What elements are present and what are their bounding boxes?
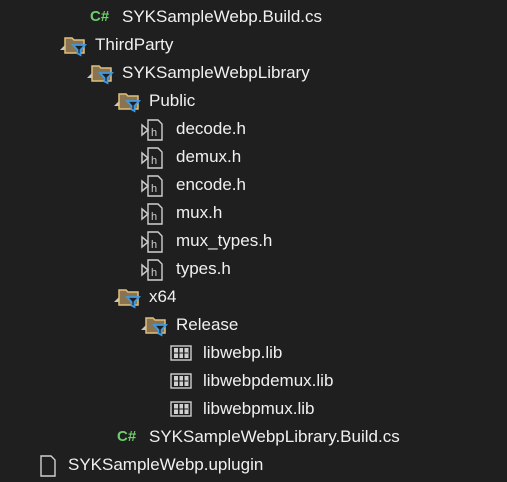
- tree-item-label: libwebpdemux.lib: [203, 371, 334, 390]
- filter-folder-icon: [91, 63, 115, 85]
- svg-text:h: h: [151, 239, 157, 251]
- svg-text:h: h: [151, 267, 157, 279]
- header-file-icon: h: [145, 119, 167, 141]
- tree-item-encode-h[interactable]: h encode.h: [0, 171, 507, 199]
- tree-item-public[interactable]: Public: [0, 87, 507, 115]
- tree-item-libwebpmux-lib[interactable]: libwebpmux.lib: [0, 395, 507, 423]
- tree-item-label: demux.h: [176, 147, 242, 166]
- svg-text:h: h: [151, 155, 157, 167]
- tree-item-label: decode.h: [176, 119, 246, 138]
- tree-item-syksamplewebp-build-cs[interactable]: C# SYKSampleWebp.Build.cs: [0, 3, 507, 31]
- csharp-file-icon: C#: [117, 428, 137, 445]
- tree-item-label: x64: [149, 287, 177, 306]
- csharp-file-icon: C#: [90, 8, 110, 25]
- header-file-icon: h: [145, 175, 167, 197]
- tree-item-label: mux.h: [176, 203, 223, 222]
- filter-folder-icon: [64, 35, 88, 57]
- tree-item-demux-h[interactable]: h demux.h: [0, 143, 507, 171]
- header-file-icon: h: [145, 147, 167, 169]
- library-file-icon: [170, 343, 192, 363]
- tree-item-label: encode.h: [176, 175, 246, 194]
- tree-item-mux-h[interactable]: h mux.h: [0, 199, 507, 227]
- filter-folder-icon: [118, 91, 142, 113]
- tree-item-label: libwebpmux.lib: [203, 399, 315, 418]
- tree-item-label: mux_types.h: [176, 231, 273, 250]
- tree-item-decode-h[interactable]: h decode.h: [0, 115, 507, 143]
- tree-item-syksamplewebplibrary[interactable]: SYKSampleWebpLibrary: [0, 59, 507, 87]
- tree-item-label: libwebp.lib: [203, 343, 283, 362]
- tree-item-libwebpdemux-lib[interactable]: libwebpdemux.lib: [0, 367, 507, 395]
- tree-item-label: Release: [176, 315, 239, 334]
- solution-explorer-tree: C# SYKSampleWebp.Build.cs ThirdParty SYKSam…: [0, 0, 507, 480]
- tree-item-label: SYKSampleWebp.uplugin: [68, 455, 264, 474]
- file-icon: [38, 455, 60, 477]
- tree-item-syksamplewebp-uplugin[interactable]: SYKSampleWebp.uplugin: [0, 451, 507, 479]
- tree-item-syksamplewebplibrary-build-cs[interactable]: C# SYKSampleWebpLibrary.Build.cs: [0, 423, 507, 451]
- header-file-icon: h: [145, 203, 167, 225]
- tree-item-label: SYKSampleWebp.Build.cs: [122, 7, 323, 26]
- svg-text:h: h: [151, 183, 157, 195]
- svg-text:h: h: [151, 211, 157, 223]
- tree-item-libwebp-lib[interactable]: libwebp.lib: [0, 339, 507, 367]
- tree-item-label: Public: [149, 91, 196, 110]
- tree-item-label: ThirdParty: [95, 35, 174, 54]
- tree-item-types-h[interactable]: h types.h: [0, 255, 507, 283]
- library-file-icon: [170, 399, 192, 419]
- library-file-icon: [170, 371, 192, 391]
- tree-item-label: SYKSampleWebpLibrary: [122, 63, 310, 82]
- header-file-icon: h: [145, 259, 167, 281]
- tree-item-thirdparty[interactable]: ThirdParty: [0, 31, 507, 59]
- header-file-icon: h: [145, 231, 167, 253]
- tree-item-label: SYKSampleWebpLibrary.Build.cs: [149, 427, 400, 446]
- filter-folder-icon: [145, 315, 169, 337]
- tree-item-x64[interactable]: x64: [0, 283, 507, 311]
- tree-item-mux-types-h[interactable]: h mux_types.h: [0, 227, 507, 255]
- svg-text:h: h: [151, 127, 157, 139]
- filter-folder-icon: [118, 287, 142, 309]
- tree-item-release[interactable]: Release: [0, 311, 507, 339]
- tree-item-label: types.h: [176, 259, 231, 278]
